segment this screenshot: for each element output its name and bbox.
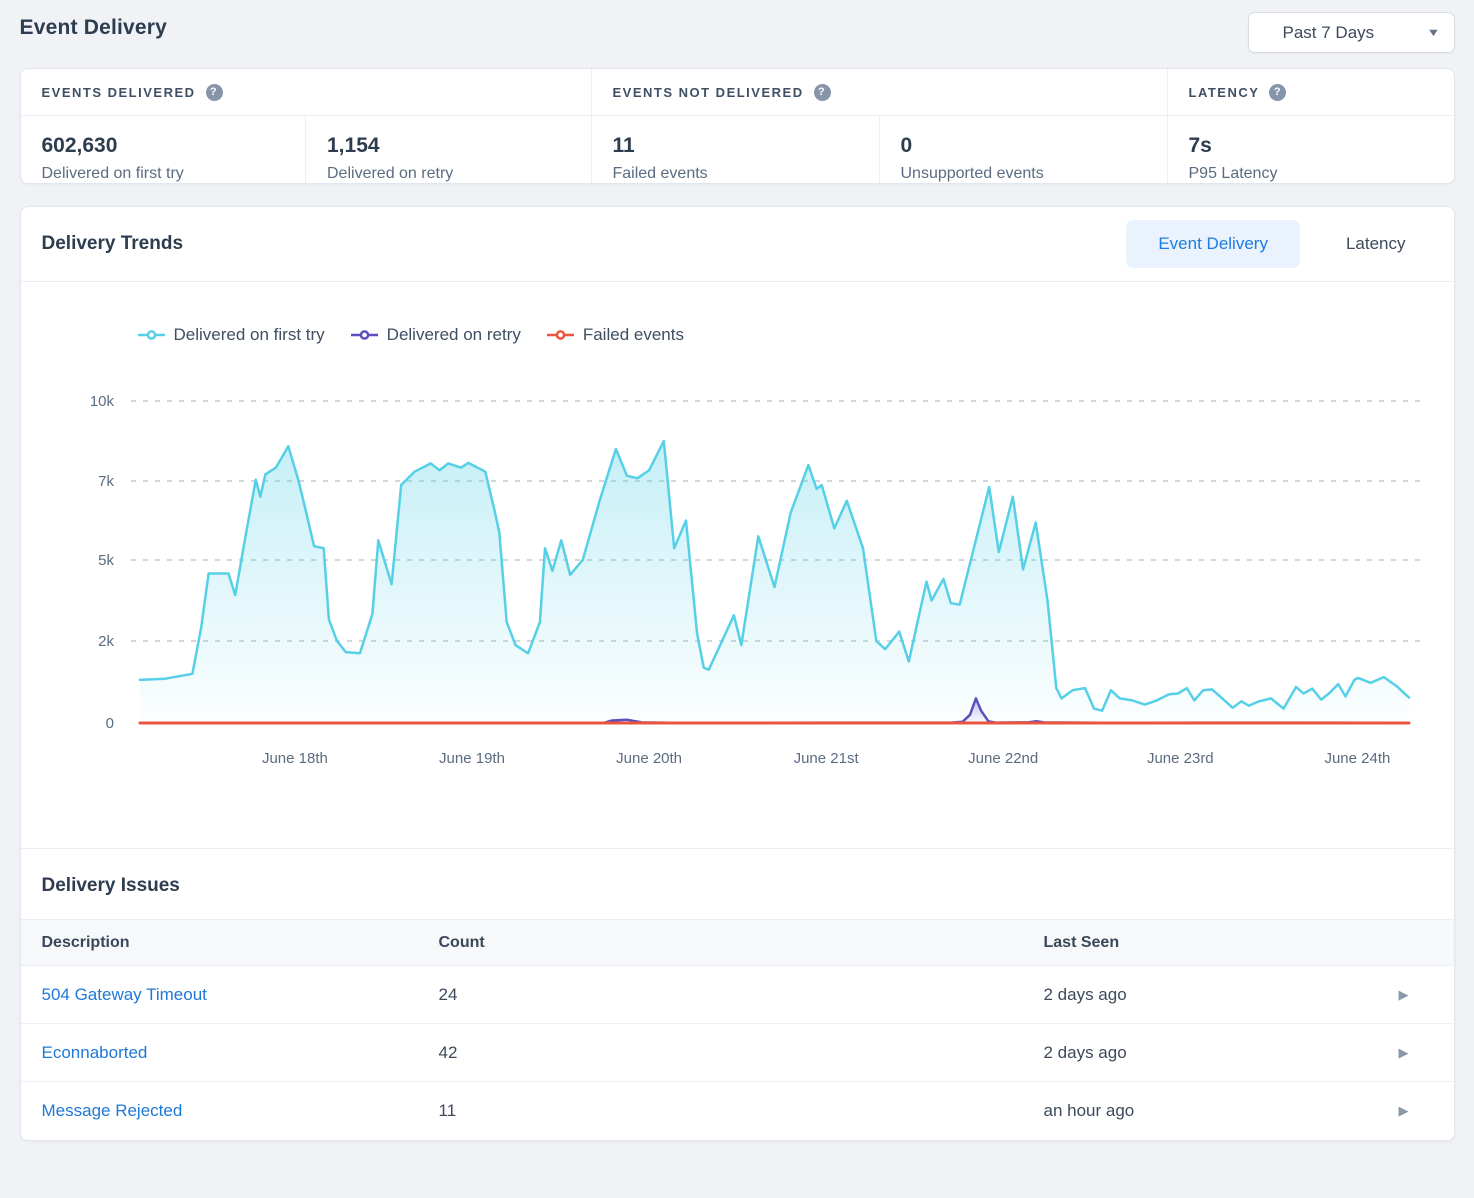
- trends-chart-svg: 0 2k 5k 7k 10k June 18th June 19th June 20th Jun…: [21, 360, 1454, 790]
- stat-value: 0: [901, 134, 1146, 158]
- legend-item[interactable]: Delivered on retry: [351, 325, 521, 345]
- x-axis-tick-label: June 24th: [1324, 750, 1390, 767]
- legend-item[interactable]: Failed events: [547, 325, 684, 345]
- stat-cell: 0 Unsupported events: [880, 116, 1167, 183]
- stats-card: EVENTS DELIVERED ? 602,630 Delivered on …: [20, 68, 1455, 184]
- tab-event-delivery[interactable]: Event Delivery: [1126, 220, 1300, 268]
- time-range-value: Past 7 Days: [1283, 23, 1375, 43]
- issue-last-seen: an hour ago: [1044, 1101, 1399, 1121]
- issue-description-link[interactable]: Econnaborted: [21, 1043, 439, 1063]
- legend-marker-icon: [547, 329, 574, 341]
- delivery-trends-card: Delivery Trends Event Delivery Latency D…: [20, 206, 1455, 1141]
- stat-label: Delivered on retry: [327, 165, 570, 183]
- chevron-right-icon[interactable]: ▶: [1399, 1045, 1454, 1061]
- trends-tabs: Event Delivery Latency: [1126, 220, 1437, 268]
- x-axis-tick-label: June 21st: [793, 750, 859, 767]
- column-header-count: Count: [439, 934, 1044, 952]
- legend-marker-icon: [351, 329, 378, 341]
- time-range-dropdown[interactable]: Past 7 Days ▼: [1248, 12, 1455, 53]
- chevron-down-icon: ▼: [1426, 27, 1440, 39]
- stat-group-title: EVENTS DELIVERED: [42, 85, 196, 100]
- legend-label: Failed events: [583, 325, 684, 345]
- stat-group-events-not-delivered: EVENTS NOT DELIVERED ? 11 Failed events …: [592, 69, 1168, 183]
- chart-legend: Delivered on first try Delivered on retr…: [21, 322, 1454, 348]
- issues-title: Delivery Issues: [42, 875, 1433, 897]
- column-header-description: Description: [21, 934, 439, 952]
- stat-cell: 1,154 Delivered on retry: [306, 116, 591, 183]
- issue-description-link[interactable]: 504 Gateway Timeout: [21, 985, 439, 1005]
- issue-last-seen: 2 days ago: [1044, 1043, 1399, 1063]
- legend-marker-icon: [138, 329, 165, 341]
- x-axis-tick-label: June 20th: [616, 750, 682, 767]
- stat-group-events-delivered: EVENTS DELIVERED ? 602,630 Delivered on …: [21, 69, 592, 183]
- page-title: Event Delivery: [20, 12, 168, 40]
- x-axis-tick-label: June 18th: [261, 750, 327, 767]
- legend-label: Delivered on first try: [174, 325, 325, 345]
- legend-label: Delivered on retry: [387, 325, 521, 345]
- y-axis-tick-label: 7k: [98, 473, 114, 490]
- issue-count: 24: [439, 985, 1044, 1005]
- x-axis-tick-label: June 23rd: [1146, 750, 1213, 767]
- issues-table-header: Description Count Last Seen: [21, 919, 1454, 966]
- issue-last-seen: 2 days ago: [1044, 985, 1399, 1005]
- stat-value: 602,630: [42, 134, 285, 158]
- stat-cell: 602,630 Delivered on first try: [21, 116, 307, 183]
- stat-cell: 11 Failed events: [592, 116, 880, 183]
- issue-description-link[interactable]: Message Rejected: [21, 1101, 439, 1121]
- issue-count: 42: [439, 1043, 1044, 1063]
- y-axis-tick-label: 0: [105, 715, 113, 732]
- y-axis-tick-label: 5k: [98, 552, 114, 569]
- stat-cell: 7s P95 Latency: [1168, 116, 1454, 183]
- chart-canvas: 0 2k 5k 7k 10k June 18th June 19th June 20th Jun…: [21, 360, 1454, 785]
- x-axis-tick-label: June 22nd: [968, 750, 1038, 767]
- chevron-right-icon[interactable]: ▶: [1399, 987, 1454, 1003]
- stat-value: 7s: [1189, 134, 1433, 158]
- stat-label: P95 Latency: [1189, 165, 1433, 183]
- y-axis-tick-label: 2k: [98, 633, 114, 650]
- issues-table-body: 504 Gateway Timeout 24 2 days ago ▶Econn…: [21, 966, 1454, 1140]
- stat-label: Failed events: [613, 165, 858, 183]
- stat-group-title: LATENCY: [1189, 85, 1260, 100]
- table-row[interactable]: Message Rejected 11 an hour ago ▶: [21, 1082, 1454, 1140]
- top-bar: Event Delivery Past 7 Days ▼: [20, 0, 1455, 53]
- bottom-fade: [0, 1164, 1474, 1198]
- table-row[interactable]: 504 Gateway Timeout 24 2 days ago ▶: [21, 966, 1454, 1024]
- help-icon[interactable]: ?: [814, 84, 831, 101]
- trends-title: Delivery Trends: [42, 233, 184, 255]
- column-header-last-seen: Last Seen: [1044, 934, 1399, 952]
- issue-count: 11: [439, 1101, 1044, 1121]
- table-row[interactable]: Econnaborted 42 2 days ago ▶: [21, 1024, 1454, 1082]
- y-axis-tick-label: 10k: [89, 393, 114, 410]
- stat-value: 1,154: [327, 134, 570, 158]
- chevron-right-icon[interactable]: ▶: [1399, 1103, 1454, 1119]
- x-axis-tick-label: June 19th: [439, 750, 505, 767]
- help-icon[interactable]: ?: [206, 84, 223, 101]
- tab-latency[interactable]: Latency: [1314, 220, 1438, 268]
- stat-group-latency: LATENCY ? 7s P95 Latency: [1168, 69, 1454, 183]
- help-icon[interactable]: ?: [1269, 84, 1286, 101]
- delivery-trends-chart: Delivered on first try Delivered on retr…: [21, 282, 1454, 848]
- legend-item[interactable]: Delivered on first try: [138, 325, 325, 345]
- stat-value: 11: [613, 134, 858, 158]
- stat-label: Unsupported events: [901, 165, 1146, 183]
- stat-label: Delivered on first try: [42, 165, 285, 183]
- stat-group-title: EVENTS NOT DELIVERED: [613, 85, 804, 100]
